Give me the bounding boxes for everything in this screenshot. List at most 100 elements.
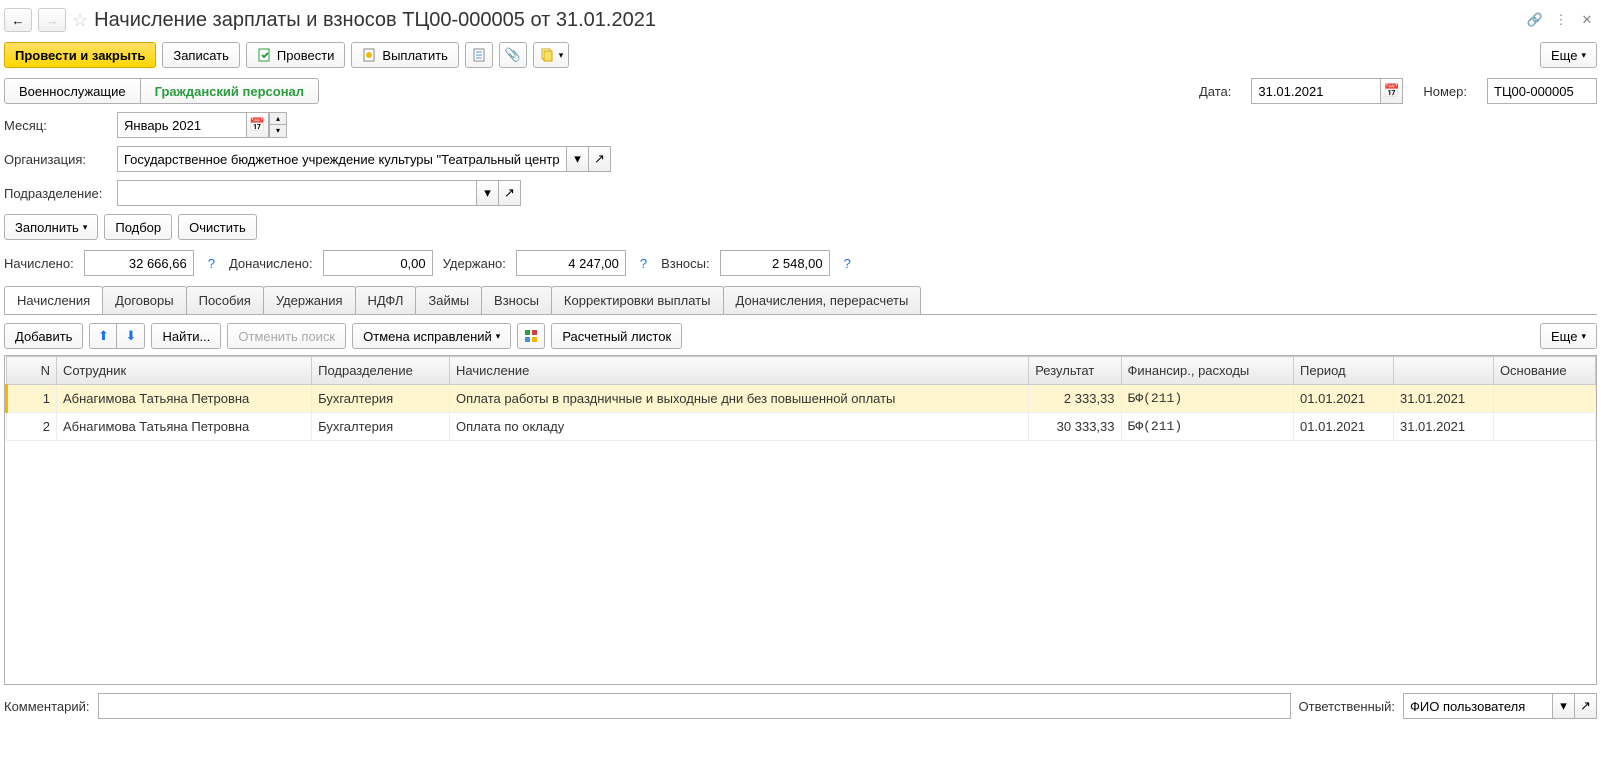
segment-military[interactable]: Военнослужащие [4,78,141,104]
tab-3[interactable]: Удержания [263,286,356,314]
tab-7[interactable]: Корректировки выплаты [551,286,724,314]
month-down-button[interactable]: ▾ [269,125,287,138]
nav-forward-button[interactable]: → [38,8,66,32]
number-input[interactable] [1487,78,1597,104]
table-cell: Абнагимова Татьяна Петровна [57,413,312,441]
move-up-button[interactable]: ⬆ [89,323,117,349]
table-row[interactable]: 2Абнагимова Татьяна ПетровнаБухгалтерияО… [7,413,1596,441]
month-up-button[interactable]: ▴ [269,112,287,125]
main-toolbar: Провести и закрыть Записать Провести Вып… [4,36,1597,74]
show-details-button[interactable] [517,323,545,349]
tab-2[interactable]: Пособия [186,286,264,314]
table-cell: БФ(211) [1121,413,1294,441]
link-icon[interactable]: 🔗 [1525,10,1545,30]
find-button[interactable]: Найти... [151,323,221,349]
post-and-close-button[interactable]: Провести и закрыть [4,42,156,68]
personnel-segment: Военнослужащие Гражданский персонал [4,78,319,104]
tab-5[interactable]: Займы [415,286,482,314]
contrib-label: Взносы: [661,256,710,271]
tab-8[interactable]: Доначисления, перерасчеты [723,286,922,314]
dept-dropdown-button[interactable]: ▾ [477,180,499,206]
save-button[interactable]: Записать [162,42,240,68]
chevron-down-icon: ▾ [496,331,501,342]
dept-input[interactable] [117,180,477,206]
col-header[interactable] [1393,357,1493,385]
table-cell: 2 333,33 [1029,385,1121,413]
nav-back-button[interactable]: ← [4,8,32,32]
date-label: Дата: [1199,84,1231,99]
report-button[interactable] [465,42,493,68]
resp-open-button[interactable]: ↗ [1575,693,1597,719]
contrib-help[interactable]: ? [840,256,855,271]
paperclip-icon: 📎 [505,47,521,63]
org-open-button[interactable]: ↗ [589,146,611,172]
open-icon: ↗ [594,151,605,167]
col-header[interactable]: Начисление [450,357,1029,385]
accruals-table-wrap: NСотрудникПодразделениеНачислениеРезульт… [4,355,1597,685]
table-cell: 2 [7,413,57,441]
table-row[interactable]: 1Абнагимова Татьяна ПетровнаБухгалтерияО… [7,385,1596,413]
accrued-label: Начислено: [4,256,74,271]
segment-civil[interactable]: Гражданский персонал [141,78,319,104]
date-picker-button[interactable]: 📅 [1381,78,1403,104]
table-cell: 31.01.2021 [1393,385,1493,413]
more-menu-icon[interactable]: ⋮ [1551,10,1571,30]
addl-input[interactable] [323,250,433,276]
chevron-down-icon: ▾ [1560,698,1567,714]
month-input[interactable] [117,112,247,138]
tab-4[interactable]: НДФЛ [355,286,417,314]
table-cell [1493,385,1595,413]
org-input[interactable] [117,146,567,172]
add-button[interactable]: Добавить [4,323,83,349]
withheld-help[interactable]: ? [636,256,651,271]
cancel-search-button[interactable]: Отменить поиск [227,323,346,349]
tab-more-button[interactable]: Еще ▾ [1540,323,1597,349]
col-header[interactable]: N [7,357,57,385]
pick-button[interactable]: Подбор [104,214,172,240]
attach-button[interactable]: 📎 [499,42,527,68]
resp-input[interactable] [1403,693,1553,719]
comment-input[interactable] [98,693,1291,719]
date-input[interactable] [1251,78,1381,104]
more-button[interactable]: Еще ▾ [1540,42,1597,68]
clear-button[interactable]: Очистить [178,214,257,240]
contrib-input[interactable] [720,250,830,276]
arrow-down-icon: ⬇ [126,328,137,344]
col-header[interactable]: Результат [1029,357,1121,385]
table-cell: Оплата работы в праздничные и выходные д… [450,385,1029,413]
addl-label: Доначислено: [229,256,313,271]
resp-dropdown-button[interactable]: ▾ [1553,693,1575,719]
col-header[interactable]: Сотрудник [57,357,312,385]
cancel-fixes-button[interactable]: Отмена исправлений ▾ [352,323,511,349]
open-icon: ↗ [1580,698,1591,714]
move-down-button[interactable]: ⬇ [117,323,145,349]
table-cell: Бухгалтерия [312,385,450,413]
tab-1[interactable]: Договоры [102,286,186,314]
accrued-help[interactable]: ? [204,256,219,271]
col-header[interactable]: Период [1294,357,1394,385]
col-header[interactable]: Подразделение [312,357,450,385]
col-header[interactable]: Финансир., расходы [1121,357,1294,385]
col-header[interactable]: Основание [1493,357,1595,385]
month-picker-button[interactable]: 📅 [247,112,269,138]
pay-icon [362,47,378,63]
close-icon[interactable]: ✕ [1577,10,1597,30]
tab-0[interactable]: Начисления [4,286,103,314]
tab-6[interactable]: Взносы [481,286,552,314]
post-button[interactable]: Провести [246,42,346,68]
calendar-icon: 📅 [1384,83,1400,99]
table-cell: 1 [7,385,57,413]
pay-button[interactable]: Выплатить [351,42,459,68]
chevron-down-icon: ▾ [559,50,564,61]
accrued-input[interactable] [84,250,194,276]
fill-button[interactable]: Заполнить ▾ [4,214,98,240]
payslip-button[interactable]: Расчетный листок [551,323,682,349]
org-label: Организация: [4,152,109,167]
create-based-button[interactable]: ▾ [533,42,569,68]
tabs: НачисленияДоговорыПособияУдержанияНДФЛЗа… [4,286,1597,315]
dept-open-button[interactable]: ↗ [499,180,521,206]
favorite-star-icon[interactable]: ☆ [72,10,88,31]
withheld-input[interactable] [516,250,626,276]
org-dropdown-button[interactable]: ▾ [567,146,589,172]
tab-toolbar: Добавить ⬆ ⬇ Найти... Отменить поиск Отм… [4,315,1597,355]
